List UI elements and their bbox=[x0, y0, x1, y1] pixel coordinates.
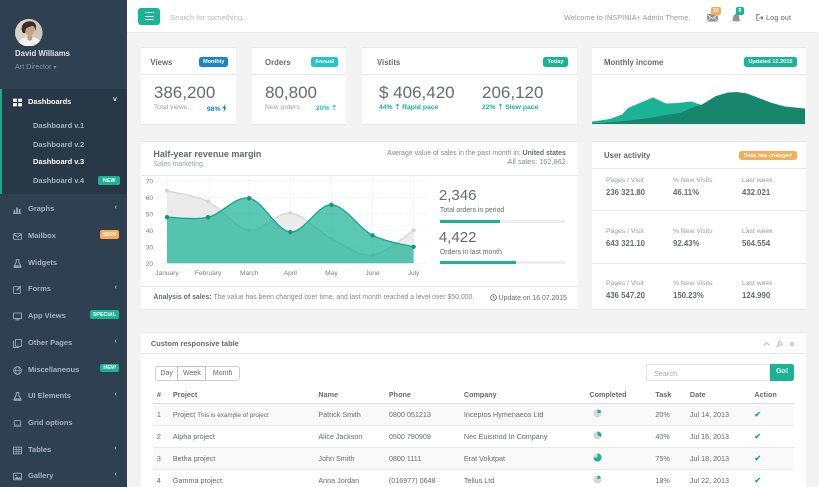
svg-text:April: April bbox=[284, 270, 298, 277]
svg-text:50: 50 bbox=[146, 211, 154, 218]
svg-text:40: 40 bbox=[146, 228, 154, 235]
svg-text:May: May bbox=[325, 270, 338, 277]
svg-text:20: 20 bbox=[146, 261, 154, 268]
svg-text:March: March bbox=[240, 270, 259, 277]
svg-text:60: 60 bbox=[146, 195, 154, 202]
svg-text:30: 30 bbox=[146, 244, 154, 251]
svg-text:February: February bbox=[195, 270, 222, 277]
svg-text:January: January bbox=[155, 270, 179, 277]
svg-text:70: 70 bbox=[146, 178, 154, 185]
svg-text:June: June bbox=[365, 270, 380, 277]
svg-text:July: July bbox=[408, 270, 420, 277]
